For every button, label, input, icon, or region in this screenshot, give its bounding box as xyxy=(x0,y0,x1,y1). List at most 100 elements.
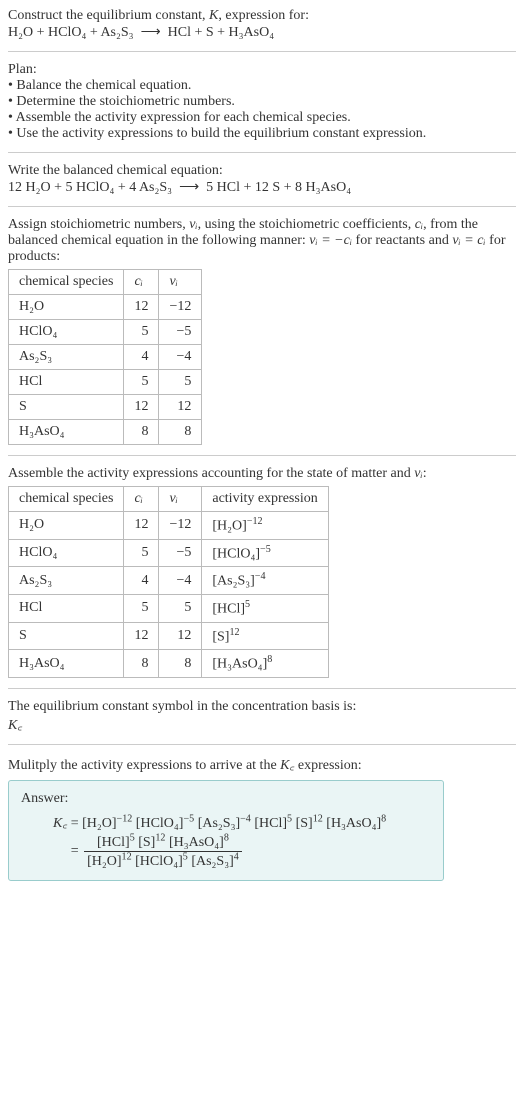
term-exp: 12 xyxy=(122,852,132,863)
cell-species: HCl xyxy=(9,370,124,395)
cell-species: H₃AsO₄ xyxy=(9,650,124,678)
cell-v: −4 xyxy=(159,567,202,595)
cell-species: HClO₄ xyxy=(9,539,124,567)
activity-base: [HCl] xyxy=(212,602,245,617)
kc-symbol: K꜀ xyxy=(8,715,516,734)
balanced-title: Write the balanced chemical equation: xyxy=(8,163,516,179)
cell-activity: [H₂O]−12 xyxy=(202,512,328,540)
term-exp: −5 xyxy=(183,813,194,824)
term: [H₃AsO₄]8 xyxy=(169,835,229,850)
table-row: H₂O12−12[H₂O]−12 xyxy=(9,512,329,540)
cell-v: 8 xyxy=(159,650,202,678)
cell-v: 5 xyxy=(159,594,202,622)
cell-c: 5 xyxy=(124,370,159,395)
rule-products: νᵢ = cᵢ xyxy=(452,233,485,248)
kc-symbol-intro: The equilibrium constant symbol in the c… xyxy=(8,699,516,715)
activity-base: [HClO₄] xyxy=(212,546,260,561)
plan-block: Plan: • Balance the chemical equation. •… xyxy=(8,62,516,142)
activity-base: [S] xyxy=(212,629,229,644)
term-exp: 12 xyxy=(313,813,323,824)
cell-activity: [HCl]5 xyxy=(202,594,328,622)
cell-activity: [HClO₄]−5 xyxy=(202,539,328,567)
col-nu: νᵢ xyxy=(159,270,202,295)
term-exp: 4 xyxy=(234,852,239,863)
cell-c: 5 xyxy=(124,320,159,345)
cell-v: −12 xyxy=(159,295,202,320)
multiply-text: Mulitply the activity expressions to arr… xyxy=(8,758,280,773)
cell-activity: [S]12 xyxy=(202,622,328,650)
equals-sign: = xyxy=(67,843,82,858)
term-exp: 5 xyxy=(130,832,135,843)
stoich-block: Assign stoichiometric numbers, νᵢ, using… xyxy=(8,217,516,445)
term: [HClO₄]−5 xyxy=(136,816,194,831)
plan-item-1: • Balance the chemical equation. xyxy=(8,78,516,94)
cell-v: 12 xyxy=(159,395,202,420)
table-header-row: chemical species cᵢ νᵢ activity expressi… xyxy=(9,487,329,512)
arrow-icon: ⟶ xyxy=(141,25,161,40)
fraction-numerator: [HCl]5 [S]12 [H₃AsO₄]8 xyxy=(84,832,242,852)
cell-c: 12 xyxy=(124,395,159,420)
activity-intro: Assemble the activity expressions accoun… xyxy=(8,466,516,482)
prompt-text-pre: Construct the equilibrium constant, xyxy=(8,8,209,23)
term: [H₃AsO₄]8 xyxy=(326,816,386,831)
cell-species: H₃AsO₄ xyxy=(9,420,124,445)
activity-block: Assemble the activity expressions accoun… xyxy=(8,466,516,678)
col-ci: cᵢ xyxy=(124,270,159,295)
table-header-row: chemical species cᵢ νᵢ xyxy=(9,270,202,295)
fraction-denominator: [H₂O]12 [HClO₄]5 [As₂S₃]4 xyxy=(84,852,242,871)
table-row: S1212[S]12 xyxy=(9,622,329,650)
cell-activity: [H₃AsO₄]8 xyxy=(202,650,328,678)
balanced-lhs: 12 H₂O + 5 HClO₄ + 4 As₂S₃ xyxy=(8,180,172,195)
table-row: H₃AsO₄88 xyxy=(9,420,202,445)
activity-base: [H₃AsO₄] xyxy=(212,657,267,672)
term: [HClO₄]5 xyxy=(135,854,188,869)
table-row: As₂S₃4−4 xyxy=(9,345,202,370)
term-base: [As₂S₃] xyxy=(191,854,233,869)
stoich-intro: Assign stoichiometric numbers, νᵢ, using… xyxy=(8,217,516,265)
term-base: [HCl] xyxy=(97,835,130,850)
col-activity: activity expression xyxy=(202,487,328,512)
term-base: [HClO₄] xyxy=(135,854,183,869)
term-base: [S] xyxy=(296,816,313,831)
term: [H₂O]−12 xyxy=(82,816,132,831)
cell-species: As₂S₃ xyxy=(9,345,124,370)
prompt-k: K xyxy=(209,8,218,23)
cell-c: 5 xyxy=(124,539,159,567)
term-exp: −4 xyxy=(240,813,251,824)
col-species: chemical species xyxy=(9,487,124,512)
cell-v: −5 xyxy=(159,320,202,345)
plan-item-4: • Use the activity expressions to build … xyxy=(8,126,516,142)
term: [As₂S₃]−4 xyxy=(198,816,251,831)
term-exp: 5 xyxy=(183,852,188,863)
plan-title: Plan: xyxy=(8,62,516,78)
col-ci: cᵢ xyxy=(124,487,159,512)
divider xyxy=(8,455,516,456)
nu-symbol: νᵢ xyxy=(414,466,422,481)
cell-species: S xyxy=(9,622,124,650)
activity-base: [As₂S₃] xyxy=(212,574,254,589)
table-row: As₂S₃4−4[As₂S₃]−4 xyxy=(9,567,329,595)
cell-v: 8 xyxy=(159,420,202,445)
balanced-block: Write the balanced chemical equation: 12… xyxy=(8,163,516,196)
table-row: HCl55 xyxy=(9,370,202,395)
cell-v: 12 xyxy=(159,622,202,650)
divider xyxy=(8,688,516,689)
stoich-table: chemical species cᵢ νᵢ H₂O12−12 HClO₄5−5… xyxy=(8,269,202,445)
table-row: HCl55[HCl]5 xyxy=(9,594,329,622)
term-exp: 8 xyxy=(224,832,229,843)
table-row: HClO₄5−5[HClO₄]−5 xyxy=(9,539,329,567)
term: [S]12 xyxy=(296,816,323,831)
prompt-text-post: , expression for: xyxy=(218,8,309,23)
answer-box: Answer: K꜀ = [H₂O]−12 [HClO₄]−5 [As₂S₃]−… xyxy=(8,780,444,881)
cell-c: 12 xyxy=(124,622,159,650)
term-exp: 5 xyxy=(287,813,292,824)
cell-c: 4 xyxy=(124,345,159,370)
table-row: H₃AsO₄88[H₃AsO₄]8 xyxy=(9,650,329,678)
unbalanced-lhs: H₂O + HClO₄ + As₂S₃ xyxy=(8,25,134,40)
kc-symbol: K꜀ xyxy=(280,758,294,773)
table-row: S1212 xyxy=(9,395,202,420)
activity-exp: 12 xyxy=(229,627,239,638)
divider xyxy=(8,206,516,207)
term: [HCl]5 xyxy=(97,835,135,850)
divider xyxy=(8,744,516,745)
